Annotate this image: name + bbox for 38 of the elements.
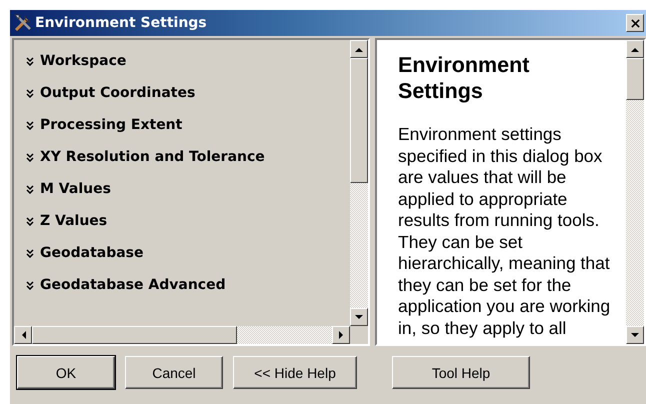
- close-button[interactable]: [626, 14, 644, 32]
- up-arrow-icon[interactable]: [631, 46, 639, 52]
- double-chevron-icon[interactable]: [26, 248, 34, 258]
- double-chevron-icon[interactable]: [26, 280, 34, 290]
- double-chevron-icon[interactable]: [26, 56, 34, 66]
- scroll-thumb[interactable]: [32, 326, 237, 344]
- scroll-thumb[interactable]: [626, 58, 644, 100]
- double-chevron-icon[interactable]: [26, 88, 34, 98]
- double-chevron-icon[interactable]: [26, 216, 34, 226]
- tools-icon: [13, 13, 33, 33]
- left-arrow-icon[interactable]: [20, 331, 26, 339]
- setting-category[interactable]: XY Resolution and Tolerance: [40, 149, 265, 165]
- down-arrow-icon[interactable]: [355, 314, 363, 320]
- vertical-scrollbar[interactable]: [350, 40, 368, 326]
- close-icon[interactable]: [630, 18, 640, 28]
- scroll-thumb[interactable]: [350, 58, 368, 183]
- setting-category[interactable]: Geodatabase Advanced: [40, 277, 226, 293]
- help-text: Environment settings specified in this dialog box are values that will be applied to appropriate results from running tools. They can be set hierarchically, meaning that they can be set for the application you are working in, so they apply to all: [398, 124, 612, 339]
- down-arrow-icon[interactable]: [631, 332, 639, 338]
- setting-category[interactable]: M Values: [40, 181, 111, 197]
- up-arrow-icon[interactable]: [355, 46, 363, 52]
- setting-category[interactable]: Z Values: [40, 213, 108, 229]
- dialog-button[interactable]: Tool Help: [392, 356, 530, 389]
- dialog-button[interactable]: Cancel: [125, 356, 223, 389]
- help-title: Environment Settings: [398, 52, 530, 104]
- horizontal-scrollbar[interactable]: [14, 326, 350, 344]
- setting-category[interactable]: Output Coordinates: [40, 85, 196, 101]
- setting-category[interactable]: Geodatabase: [40, 245, 144, 261]
- vertical-scrollbar[interactable]: [626, 40, 644, 344]
- double-chevron-icon[interactable]: [26, 152, 34, 162]
- setting-category[interactable]: Processing Extent: [40, 117, 182, 133]
- setting-category[interactable]: Workspace: [40, 53, 126, 69]
- dialog-button[interactable]: << Hide Help: [233, 356, 357, 389]
- right-arrow-icon[interactable]: [338, 331, 344, 339]
- double-chevron-icon[interactable]: [26, 120, 34, 130]
- dialog-button[interactable]: OK: [17, 356, 115, 389]
- window-title: Environment Settings: [35, 15, 208, 31]
- double-chevron-icon[interactable]: [26, 184, 34, 194]
